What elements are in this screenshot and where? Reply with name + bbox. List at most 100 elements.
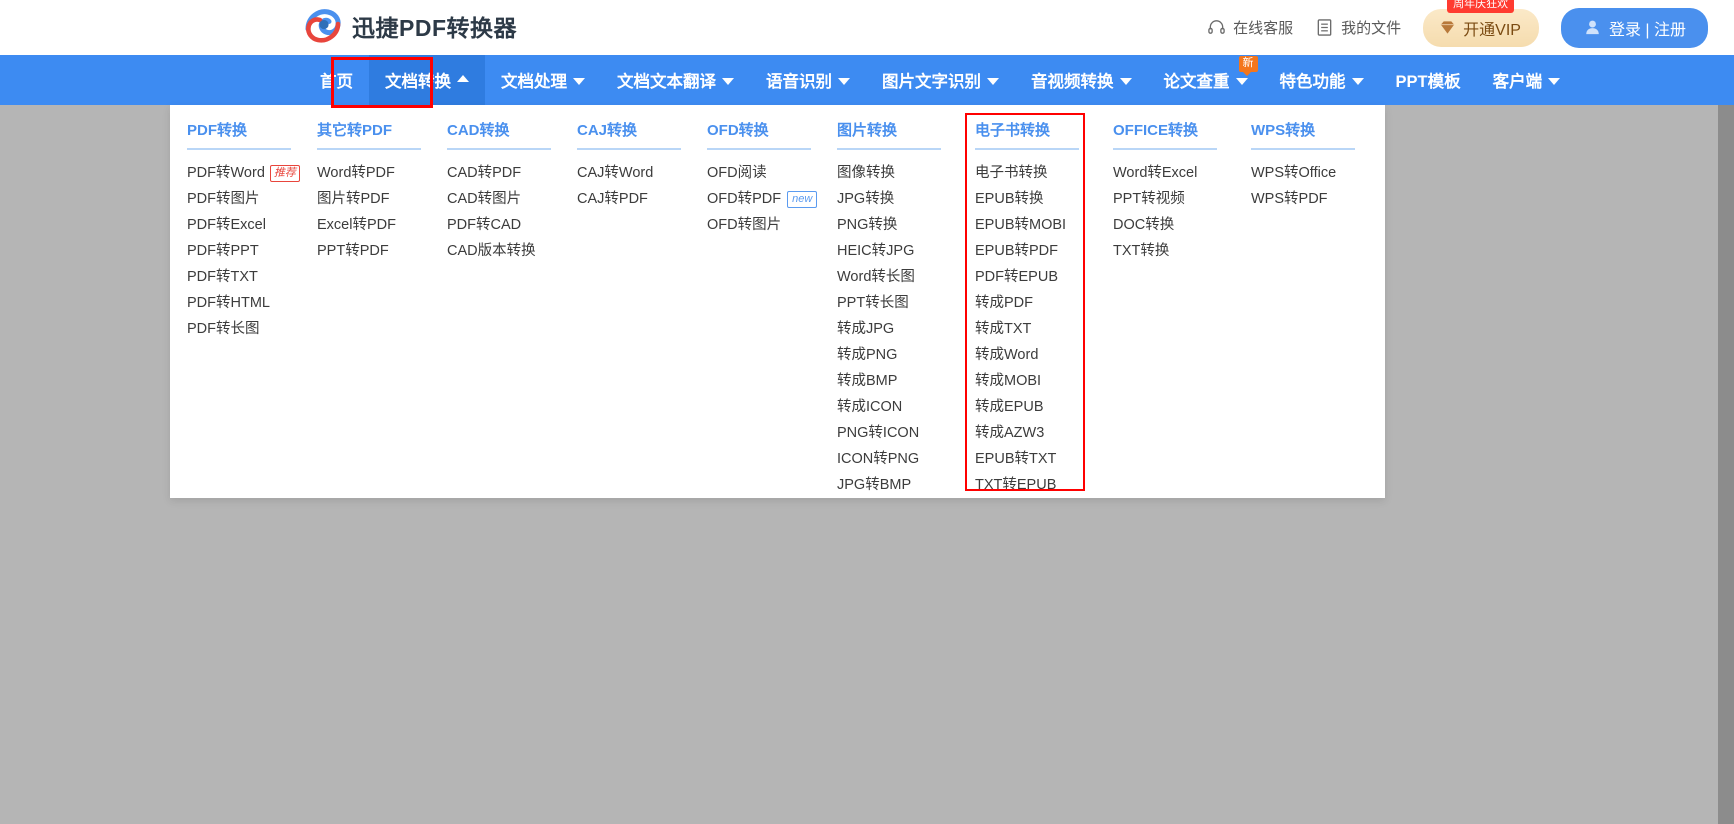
mega-menu-item[interactable]: CAJ转PDF	[577, 186, 707, 212]
mega-menu-item-label: 转成Word	[975, 347, 1039, 363]
brand-logo-icon	[304, 7, 342, 45]
mega-column-title: WPS转换	[1251, 122, 1316, 139]
mega-menu-item[interactable]: 转成PDF	[975, 290, 1113, 316]
mega-menu-item-label: PDF转Excel	[187, 217, 266, 233]
nav-item-5[interactable]: 图片文字识别	[866, 55, 1015, 105]
mega-menu-item-label: PDF转HTML	[187, 295, 270, 311]
mega-menu-item[interactable]: Excel转PDF	[317, 212, 447, 238]
nav-item-0[interactable]: 首页	[304, 55, 369, 105]
mega-menu-item[interactable]: 转成TXT	[975, 316, 1113, 342]
mega-menu-item[interactable]: CAJ转Word	[577, 160, 707, 186]
nav-item-8[interactable]: 特色功能	[1264, 55, 1380, 105]
mega-menu-item[interactable]: JPG转换	[837, 186, 975, 212]
mega-menu-item[interactable]: 电子书转换	[975, 160, 1113, 186]
main-navbar: 首页 文档转换 文档处理 文档文本翻译 语音识别 图片文字识别 音视频转换 论文查重新特色功能…	[0, 55, 1734, 105]
mega-menu-item[interactable]: PPT转PDF	[317, 238, 447, 264]
mega-column-title: CAJ转换	[577, 122, 638, 139]
nav-item-3[interactable]: 文档文本翻译	[601, 55, 750, 105]
mega-menu-item[interactable]: CAD转PDF	[447, 160, 577, 186]
mega-menu-item[interactable]: WPS转Office	[1251, 160, 1381, 186]
mega-menu-item[interactable]: PNG转ICON	[837, 420, 975, 446]
my-files-link[interactable]: 我的文件	[1315, 17, 1401, 38]
mega-menu-item[interactable]: PDF转CAD	[447, 212, 577, 238]
mega-menu-item[interactable]: 转成MOBI	[975, 368, 1113, 394]
mega-menu-item-label: 转成MOBI	[975, 373, 1042, 389]
mega-menu-item[interactable]: TXT转EPUB	[975, 472, 1113, 498]
mega-menu-item[interactable]: OFD转图片	[707, 212, 837, 238]
page-scrollbar[interactable]	[1718, 105, 1734, 824]
nav-item-2[interactable]: 文档处理	[485, 55, 601, 105]
mega-menu-item[interactable]: CAD转图片	[447, 186, 577, 212]
nav-item-1[interactable]: 文档转换	[369, 55, 485, 105]
mega-menu-item[interactable]: EPUB转换	[975, 186, 1113, 212]
mega-menu-item[interactable]: ICON转PNG	[837, 446, 975, 472]
nav-item-label: 文档转换	[385, 73, 451, 91]
mega-menu-item[interactable]: TXT转换	[1113, 238, 1251, 264]
mega-menu-item[interactable]: PPT转长图	[837, 290, 975, 316]
mega-menu-item[interactable]: Word转PDF	[317, 160, 447, 186]
headset-icon	[1207, 18, 1226, 37]
mega-menu-item[interactable]: HEIC转JPG	[837, 238, 975, 264]
nav-item-9[interactable]: PPT模板	[1380, 55, 1477, 105]
header-actions: 在线客服 我的文件 周年庆狂欢 开通VIP 登录 | 注册	[1207, 0, 1708, 55]
mega-menu-item[interactable]: PDF转图片	[187, 186, 317, 212]
mega-menu-item[interactable]: PDF转PPT	[187, 238, 317, 264]
mega-column-title: 图片转换	[837, 122, 898, 139]
mega-menu-item[interactable]: OFD阅读	[707, 160, 837, 186]
mega-menu-item-label: EPUB转PDF	[975, 243, 1058, 259]
mega-menu-item[interactable]: WPS转PDF	[1251, 186, 1381, 212]
mega-menu-item[interactable]: 转成Word	[975, 342, 1113, 368]
mega-menu-item[interactable]: 转成ICON	[837, 394, 975, 420]
mega-menu-item[interactable]: CAD版本转换	[447, 238, 577, 264]
mega-menu-item[interactable]: 图片转PDF	[317, 186, 447, 212]
mega-menu-item-label: JPG转BMP	[837, 477, 912, 493]
mega-menu-item[interactable]: EPUB转MOBI	[975, 212, 1113, 238]
mega-menu-item[interactable]: PDF转EPUB	[975, 264, 1113, 290]
login-register-button[interactable]: 登录 | 注册	[1560, 7, 1708, 48]
nav-item-label: 音视频转换	[1031, 73, 1114, 91]
open-vip-button[interactable]: 周年庆狂欢 开通VIP	[1423, 0, 1539, 47]
mega-menu-item[interactable]: JPG转BMP	[837, 472, 975, 498]
nav-item-7[interactable]: 论文查重新	[1148, 55, 1264, 105]
mega-menu-item[interactable]: EPUB转PDF	[975, 238, 1113, 264]
mega-menu-item[interactable]: PPT转视频	[1113, 186, 1251, 212]
mega-menu-item[interactable]: PDF转TXT	[187, 264, 317, 290]
mega-menu-item-label: PDF转CAD	[447, 217, 522, 233]
mega-menu-item[interactable]: EPUB转TXT	[975, 446, 1113, 472]
mega-menu-item[interactable]: 图像转换	[837, 160, 975, 186]
mega-menu-item[interactable]: PNG转换	[837, 212, 975, 238]
mega-menu-item[interactable]: PDF转Excel	[187, 212, 317, 238]
mega-menu-item[interactable]: Word转长图	[837, 264, 975, 290]
mega-menu-item[interactable]: PDF转HTML	[187, 290, 317, 316]
mega-menu-item[interactable]: PDF转Word 推荐	[187, 160, 317, 186]
mega-menu-item[interactable]: DOC转换	[1113, 212, 1251, 238]
my-files-label: 我的文件	[1341, 20, 1402, 37]
mega-menu-item[interactable]: 转成PNG	[837, 342, 975, 368]
mega-menu-item-label: 转成PDF	[975, 295, 1033, 311]
nav-item-10[interactable]: 客户端	[1477, 55, 1577, 105]
column-divider	[837, 148, 941, 150]
logo[interactable]: 迅捷PDF转换器	[304, 7, 517, 45]
mega-menu-item-label: EPUB转MOBI	[975, 217, 1067, 233]
mega-menu-item-label: Word转长图	[837, 269, 915, 285]
login-register-label: 登录 | 注册	[1608, 21, 1686, 39]
mega-menu-item-label: WPS转PDF	[1251, 191, 1328, 207]
nav-item-4[interactable]: 语音识别	[750, 55, 866, 105]
chevron-down-icon	[838, 78, 850, 85]
online-service-link[interactable]: 在线客服	[1207, 17, 1293, 38]
mega-menu-item-label: 图像转换	[837, 165, 895, 181]
mega-menu-item[interactable]: 转成JPG	[837, 316, 975, 342]
mega-menu-item[interactable]: PDF转长图	[187, 316, 317, 342]
mega-menu-item[interactable]: 转成EPUB	[975, 394, 1113, 420]
mega-menu-item-label: 转成TXT	[975, 321, 1032, 337]
chevron-down-icon	[1235, 78, 1248, 85]
column-divider	[577, 148, 681, 150]
mega-menu-item[interactable]: 转成BMP	[837, 368, 975, 394]
nav-item-6[interactable]: 音视频转换	[1015, 55, 1148, 105]
mega-menu-item[interactable]: OFD转PDF new	[707, 186, 837, 212]
mega-menu-item[interactable]: 转成AZW3	[975, 420, 1113, 446]
nav-item-label: 图片文字识别	[882, 73, 981, 91]
column-divider	[447, 148, 551, 150]
mega-menu-item-label: PPT转长图	[837, 295, 909, 311]
mega-menu-item[interactable]: Word转Excel	[1113, 160, 1251, 186]
